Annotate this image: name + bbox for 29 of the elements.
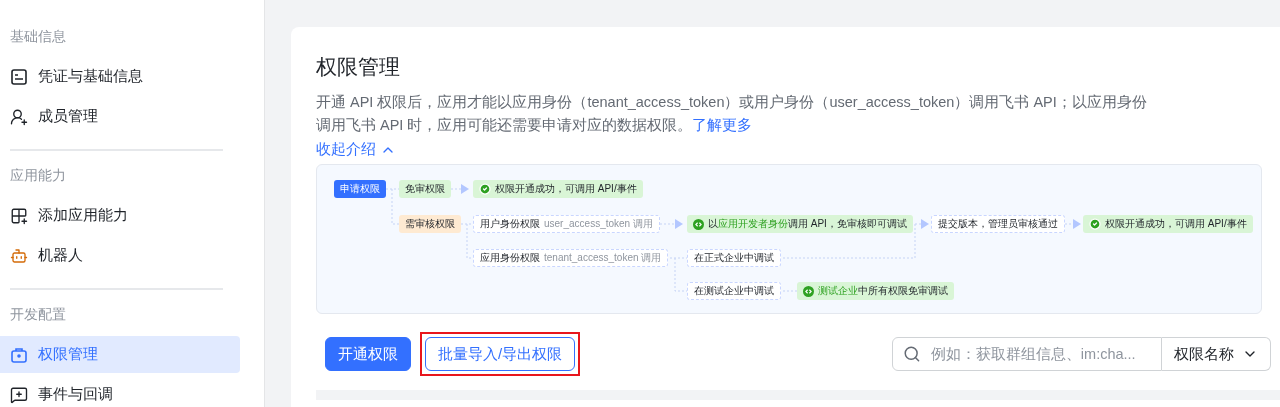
step-node: 在测试企业中调试 [687,282,781,300]
result-node: 权限开通成功，可调用 API/事件 [473,180,643,198]
nav-item[interactable]: 成员管理 [0,98,240,135]
section-title: 基础信息 [9,27,67,46]
step-node: 提交版本，管理员审核通过 [931,215,1065,233]
learn-more-link[interactable]: 了解更多 [692,117,753,133]
section-title: 开发配置 [9,305,67,324]
collapse-link[interactable]: 收起介绍 [316,140,396,159]
tag: 需审核权限 [399,215,461,233]
nav-item[interactable]: 添加应用能力 [0,197,240,234]
result-node: 测试企业中所有权限免审调试 [797,282,954,300]
result-node: 权限开通成功，可调用 API/事件 [1083,215,1253,233]
tag: 免审权限 [399,180,451,198]
nav-item[interactable]: 权限管理 [0,336,240,373]
section-title: 应用能力 [9,166,67,185]
description: 开通 API 权限后，应用才能以应用身份（tenant_access_token）或用户身份（user_access_token）调用飞书 API；以应用身份调用飞书 API 时，应用可能还需要申请对应的数据权限。了解更多 [316,93,1148,135]
filter-dropdown[interactable]: 权限名称 [1162,337,1271,371]
search-field[interactable]: 例如：获取群组信息、im:cha... [892,337,1162,371]
nav-item[interactable]: 凭证与基础信息 [0,58,240,95]
step-node: 在正式企业中调试 [687,249,781,267]
action-button[interactable]: 批量导入/导出权限 [425,337,576,371]
nav-item[interactable]: 事件与回调 [0,376,240,407]
page-title: 权限管理 [316,54,401,80]
result-node: 以应用开发者身份调用 API，免审核即可调试 [687,215,913,233]
scope-node: 应用身份权限 tenant_access_token 调用 [473,249,669,267]
scope-node: 用户身份权限 user_access_token 调用 [473,215,660,233]
start-node: 申请权限 [334,180,386,198]
action-button[interactable]: 开通权限 [325,337,411,371]
nav-item[interactable]: 机器人 [0,237,240,274]
